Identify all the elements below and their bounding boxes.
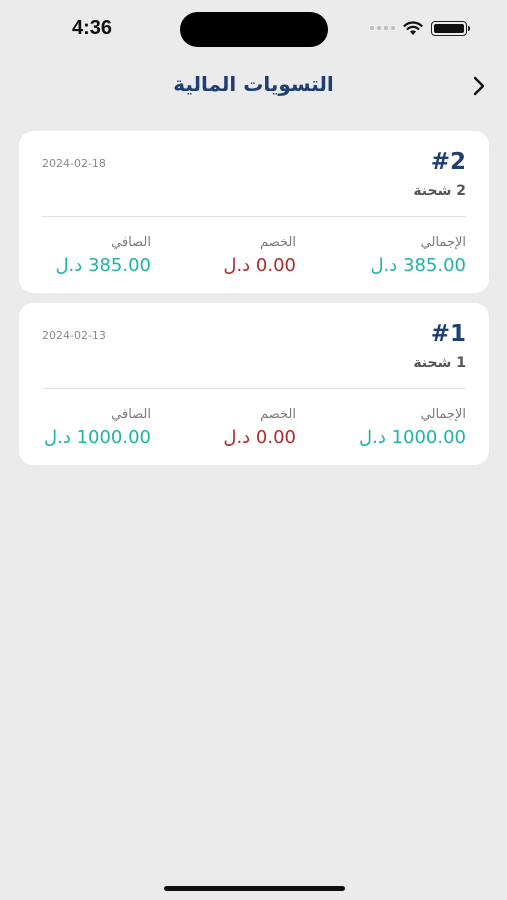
settlement-number: #1: [430, 321, 466, 347]
settlement-card[interactable]: #1 1 شحنة 2024-02-13 الإجمالي 1000.00 د.…: [19, 303, 489, 465]
shipment-count: 2 شحنة: [413, 183, 466, 199]
discount-label: الخصم: [260, 235, 296, 250]
wifi-icon: [403, 20, 423, 35]
settlement-card[interactable]: #2 2 شحنة 2024-02-18 الإجمالي 385.00 د.ل…: [19, 131, 489, 293]
chevron-right-icon: [473, 76, 485, 96]
cellular-signal-icon: [370, 26, 395, 30]
total-column: الإجمالي 1000.00 د.ل: [359, 407, 466, 449]
total-label: الإجمالي: [420, 235, 466, 250]
total-value: 1000.00 د.ل: [359, 427, 466, 448]
net-value: 385.00 د.ل: [55, 255, 151, 276]
discount-column: الخصم 0.00 د.ل: [223, 407, 296, 449]
net-label: الصافي: [111, 235, 151, 250]
dynamic-island: [180, 12, 328, 47]
settlement-date: 2024-02-13: [42, 329, 106, 342]
battery-icon: [431, 20, 470, 36]
back-button[interactable]: [465, 72, 493, 100]
status-bar: 4:36: [0, 0, 507, 56]
status-time: 4:36: [72, 17, 113, 39]
net-column: الصافي 1000.00 د.ل: [44, 407, 151, 449]
card-divider: [42, 388, 466, 389]
total-column: الإجمالي 385.00 د.ل: [370, 235, 466, 277]
total-label: الإجمالي: [420, 407, 466, 422]
net-column: الصافي 385.00 د.ل: [55, 235, 151, 277]
total-value: 385.00 د.ل: [370, 255, 466, 276]
home-indicator[interactable]: [164, 886, 345, 891]
settlement-number: #2: [430, 149, 466, 175]
status-icons: [370, 18, 470, 38]
shipment-count: 1 شحنة: [413, 355, 466, 371]
discount-value: 0.00 د.ل: [223, 427, 296, 448]
nav-bar: التسويات المالية: [0, 60, 507, 110]
card-divider: [42, 216, 466, 217]
discount-value: 0.00 د.ل: [223, 255, 296, 276]
discount-label: الخصم: [260, 407, 296, 422]
net-value: 1000.00 د.ل: [44, 427, 151, 448]
discount-column: الخصم 0.00 د.ل: [223, 235, 296, 277]
settlement-date: 2024-02-18: [42, 157, 106, 170]
net-label: الصافي: [111, 407, 151, 422]
page-title: التسويات المالية: [173, 72, 334, 96]
